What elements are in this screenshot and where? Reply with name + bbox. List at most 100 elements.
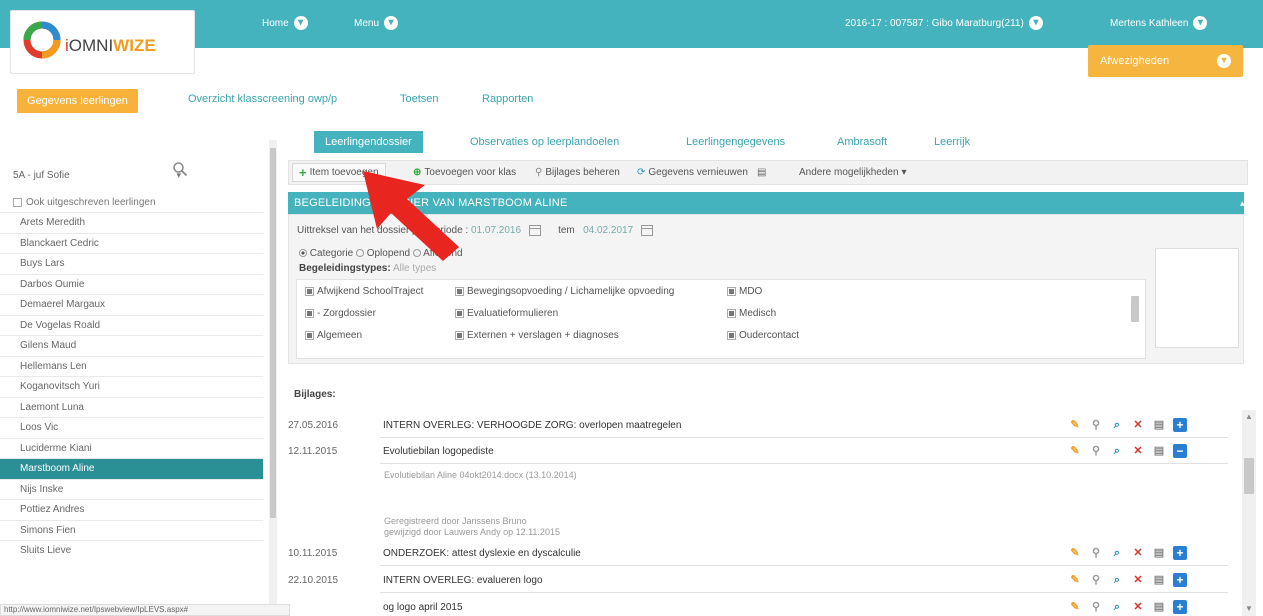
logo[interactable]: iOMNIWIZE [10,10,195,74]
nav-context[interactable]: 2016-17 : 007587 : Gibo Maratburg(211) ▾ [845,16,1043,30]
tab-leerrijk[interactable]: Leerrijk [934,136,970,148]
student-list-item[interactable]: Nijs Inske [0,478,263,500]
print-icon[interactable]: ▤ [1152,418,1166,432]
radio-category[interactable] [299,249,307,258]
date-from-input[interactable]: 01.07.2016 [471,225,521,236]
sidebar-scroll-thumb[interactable] [270,148,276,518]
absences-button[interactable]: Afwezigheden ▾ [1088,45,1243,77]
print-icon[interactable]: ▤ [1152,600,1166,614]
attachment-row[interactable]: 22.10.2015 INTERN OVERLEG: evalueren logo… [288,569,1238,593]
paperclip-icon[interactable]: ⚲ [1089,418,1103,432]
edit-pencil-icon[interactable]: ✎ [1068,573,1082,587]
student-list-item[interactable]: Koganovitsch Yuri [0,376,263,397]
tab-ambrasoft[interactable]: Ambrasoft [837,136,887,148]
type-checkbox[interactable]: Oudercontact [727,330,799,341]
tab-toetsen[interactable]: Toetsen [400,93,439,105]
view-magnifier-icon[interactable]: ⌕ [1110,546,1124,560]
delete-icon[interactable]: ✕ [1131,600,1145,614]
student-list-item[interactable]: Darbos Oumie [0,273,263,295]
edit-pencil-icon[interactable]: ✎ [1068,546,1082,560]
view-magnifier-icon[interactable]: ⌕ [1110,573,1124,587]
student-list-item[interactable]: Luciderme Kiani [0,437,263,459]
tab-gegevens-leerlingen[interactable]: Gegevens leerlingen [17,89,138,113]
student-list-item[interactable]: Arets Meredith [0,212,263,233]
scroll-down-icon[interactable]: ▼ [1245,604,1253,613]
edit-pencil-icon[interactable]: ✎ [1068,418,1082,432]
type-checkbox[interactable]: Medisch [727,308,776,319]
print-button[interactable]: ▤ [757,167,766,178]
student-list-item[interactable]: Blanckaert Cedric [0,232,263,254]
print-icon[interactable]: ▤ [1152,546,1166,560]
attachment-row[interactable]: 27.05.2016 INTERN OVERLEG: VERHOOGDE ZORG… [288,414,1238,438]
scroll-up-icon[interactable]: ▲ [1245,412,1253,421]
edit-pencil-icon[interactable]: ✎ [1068,444,1082,458]
include-unsubscribed-checkbox[interactable]: Ook uitgeschreven leerlingen [13,197,156,208]
delete-icon[interactable]: ✕ [1131,546,1145,560]
delete-icon[interactable]: ✕ [1131,573,1145,587]
collapse-icon[interactable]: ▴ [1240,198,1245,209]
attachments-scroll-thumb[interactable] [1244,458,1254,494]
nav-home[interactable]: Home ▾ [262,16,308,30]
attachments-scrollbar[interactable]: ▲ ▼ [1242,410,1256,616]
paperclip-icon[interactable]: ⚲ [1089,546,1103,560]
paperclip-icon[interactable]: ⚲ [1089,444,1103,458]
delete-icon[interactable]: ✕ [1131,444,1145,458]
attachment-title[interactable]: INTERN OVERLEG: evalueren logo [383,575,543,586]
search-icon[interactable] [172,161,188,177]
delete-icon[interactable]: ✕ [1131,418,1145,432]
student-list-item[interactable]: De Vogelas Roald [0,314,263,336]
type-checkbox[interactable]: - Zorgdossier [305,308,376,319]
refresh-data-button[interactable]: ⟳ Gegevens vernieuwen [637,167,748,178]
student-list-item[interactable]: Hellemans Len [0,355,263,377]
edit-pencil-icon[interactable]: ✎ [1068,600,1082,614]
student-list-item[interactable]: Buys Lars [0,253,263,274]
student-list-item[interactable]: Marstboom Aline [0,458,263,479]
student-list-item[interactable]: Pottiez Andres [0,499,263,520]
attachment-title[interactable]: ONDERZOEK: attest dyslexie en dyscalculi… [383,548,581,559]
tab-observaties[interactable]: Observaties op leerplandoelen [470,136,619,148]
nav-user[interactable]: Mertens Kathleen ▾ [1110,16,1208,30]
date-to-input[interactable]: 04.02.2017 [583,225,633,236]
types-scroll-thumb[interactable] [1131,296,1139,322]
type-checkbox[interactable]: Afwijkend SchoolTraject [305,286,423,297]
student-list-item[interactable]: Simons Fien [0,519,263,541]
attachment-title[interactable]: INTERN OVERLEG: VERHOOGDE ZORG: overlope… [383,420,681,431]
collapse-icon[interactable]: − [1173,444,1187,458]
attachment-row[interactable]: 12.11.2015 Evolutiebilan logopediste ✎ ⚲ ⌕ ✕ ▤… [288,440,1238,464]
expand-icon[interactable]: + [1173,600,1187,614]
type-checkbox[interactable]: Evaluatieformulieren [455,308,558,319]
manage-attachments-button[interactable]: ⚲ Bijlages beheren [535,167,620,178]
paperclip-icon[interactable]: ⚲ [1089,573,1103,587]
expand-icon[interactable]: + [1173,573,1187,587]
type-checkbox[interactable]: MDO [727,286,762,297]
student-list-item[interactable]: Demaerel Margaux [0,294,263,315]
student-list-item[interactable]: Sluits Lieve [0,540,263,561]
tab-rapporten[interactable]: Rapporten [482,93,533,105]
attachment-title[interactable]: Evolutiebilan logopediste [383,446,494,457]
student-list-item[interactable]: Loos Vic [0,417,263,438]
tab-leerlingengegevens[interactable]: Leerlingengegevens [686,136,785,148]
student-list-item[interactable]: Laemont Luna [0,396,263,418]
attachment-title[interactable]: og logo april 2015 [383,602,463,613]
types-scrollbar[interactable] [1130,282,1140,350]
attachment-row[interactable]: og logo april 2015 ✎ ⚲ ⌕ ✕ ▤ + [288,596,1238,616]
more-options-dropdown[interactable]: Andere mogelijkheden ▾ [799,167,907,178]
expand-icon[interactable]: + [1173,418,1187,432]
print-icon[interactable]: ▤ [1152,444,1166,458]
paperclip-icon[interactable]: ⚲ [1089,600,1103,614]
nav-menu[interactable]: Menu ▾ [354,16,399,30]
type-checkbox[interactable]: Algemeen [305,330,362,341]
view-magnifier-icon[interactable]: ⌕ [1110,444,1124,458]
type-checkbox[interactable]: Externen + verslagen + diagnoses [455,330,619,341]
tab-overzicht-klasscreening[interactable]: Overzicht klasscreening owp/p [188,93,337,105]
view-magnifier-icon[interactable]: ⌕ [1110,600,1124,614]
print-icon[interactable]: ▤ [1152,573,1166,587]
view-magnifier-icon[interactable]: ⌕ [1110,418,1124,432]
type-checkbox[interactable]: Bewegingsopvoeding / Lichamelijke opvoed… [455,286,674,297]
attachment-detail[interactable]: Evolutiebilan Aline 04okt2014.docx (13.1… [384,470,577,480]
tab-leerlingendossier[interactable]: Leerlingendossier [314,131,423,153]
attachment-row[interactable]: 10.11.2015 ONDERZOEK: attest dyslexie en … [288,542,1238,566]
expand-icon[interactable]: + [1173,546,1187,560]
student-list-item[interactable]: Gilens Maud [0,335,263,356]
sidebar-scrollbar[interactable] [269,140,277,616]
